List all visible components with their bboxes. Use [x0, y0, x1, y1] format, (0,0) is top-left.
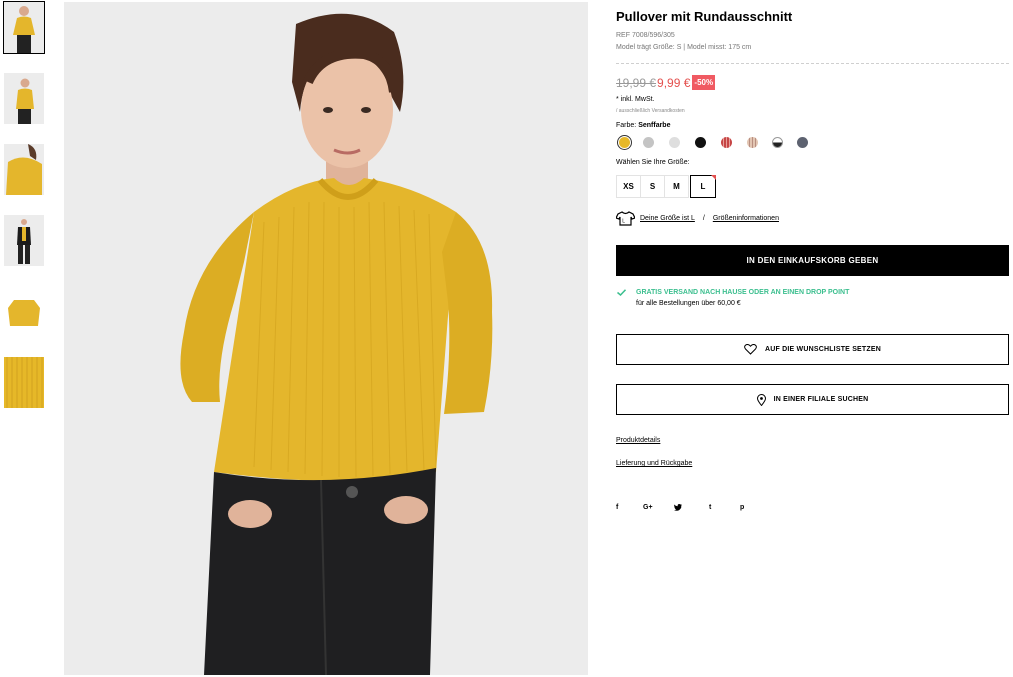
- heart-icon: [744, 344, 757, 355]
- color-swatch-black[interactable]: [695, 137, 706, 148]
- thumbnail-1[interactable]: [3, 1, 45, 54]
- store-button-label: IN EINER FILIALE SUCHEN: [773, 396, 869, 403]
- free-shipping-headline: GRATIS VERSAND NACH HAUSE ODER AN EINEN …: [636, 289, 850, 296]
- tshirt-icon: L: [616, 210, 635, 226]
- thumbnail-6[interactable]: [4, 357, 44, 408]
- price-row: 19,99 € 9,99 € -50%: [616, 74, 716, 91]
- vat-note: * inkl. MwSt.: [616, 96, 655, 103]
- product-page: Pullover mit Rundausschnitt REF 7008/596…: [0, 0, 1013, 677]
- add-to-cart-button[interactable]: IN DEN EINKAUFSKORB GEBEN: [616, 245, 1009, 276]
- size-option-xs[interactable]: XS: [616, 175, 641, 198]
- product-details-link[interactable]: Produktdetails: [616, 437, 660, 444]
- color-swatch-red-stripe[interactable]: [721, 137, 732, 148]
- size-label: Wählen Sie Ihre Größe:: [616, 159, 690, 166]
- find-in-store-button[interactable]: IN EINER FILIALE SUCHEN: [616, 384, 1009, 415]
- google-plus-icon[interactable]: G+: [643, 504, 653, 511]
- size-guide-link[interactable]: Größeninformationen: [713, 215, 779, 222]
- pinterest-icon[interactable]: p: [740, 504, 744, 511]
- size-option-m[interactable]: M: [664, 175, 689, 198]
- color-swatch-beige-stripe[interactable]: [747, 137, 758, 148]
- wishlist-button-label: AUF DIE WUNSCHLISTE SETZEN: [764, 346, 882, 353]
- thumbnail-4[interactable]: [4, 215, 44, 266]
- thumbnail-5[interactable]: [4, 286, 44, 337]
- color-label-text: Farbe:: [616, 122, 637, 129]
- model-info: Model trägt Größe: S | Model misst: 175 …: [616, 44, 752, 51]
- color-label: Farbe: Senffarbe: [616, 122, 670, 129]
- color-swatch-grey[interactable]: [643, 137, 654, 148]
- delivery-returns-link[interactable]: Lieferung und Rückgabe: [616, 460, 692, 467]
- discount-badge: -50%: [692, 75, 716, 90]
- add-to-wishlist-button[interactable]: AUF DIE WUNSCHLISTE SETZEN: [616, 334, 1009, 365]
- check-icon: [617, 289, 626, 296]
- selected-color-name: Senffarbe: [638, 122, 671, 129]
- facebook-icon[interactable]: f: [616, 504, 618, 511]
- sale-price: 9,99 €: [657, 75, 691, 90]
- size-option-l[interactable]: L: [690, 175, 716, 198]
- twitter-icon[interactable]: [674, 504, 682, 513]
- color-swatch-senffarbe[interactable]: [619, 137, 630, 148]
- free-shipping-condition: für alle Bestellungen über 60,00 €: [636, 300, 741, 307]
- color-swatch-light-grey[interactable]: [669, 137, 680, 148]
- size-selector: XS S M L: [616, 175, 716, 198]
- divider: [616, 63, 1009, 64]
- old-price: 19,99 €: [616, 75, 657, 90]
- svg-text:L: L: [622, 218, 625, 224]
- tumblr-icon[interactable]: t: [709, 504, 711, 511]
- size-info-row: L Deine Größe ist L / Größeninformatione…: [616, 210, 779, 226]
- product-reference: REF 7008/596/305: [616, 32, 675, 39]
- main-product-image[interactable]: [64, 2, 588, 675]
- shipping-cost-note: / ausschließlich Versandkosten: [616, 108, 685, 114]
- thumbnail-2[interactable]: [4, 73, 44, 124]
- color-swatch-black-white[interactable]: [772, 137, 783, 148]
- size-info-separator: /: [702, 214, 705, 222]
- product-title: Pullover mit Rundausschnitt: [616, 9, 793, 24]
- model-illustration: [64, 2, 588, 675]
- size-option-s[interactable]: S: [640, 175, 665, 198]
- your-size-link[interactable]: Deine Größe ist L: [640, 215, 695, 222]
- thumbnail-3[interactable]: [4, 144, 44, 195]
- location-pin-icon: [756, 393, 766, 406]
- color-swatch-slate[interactable]: [797, 137, 808, 148]
